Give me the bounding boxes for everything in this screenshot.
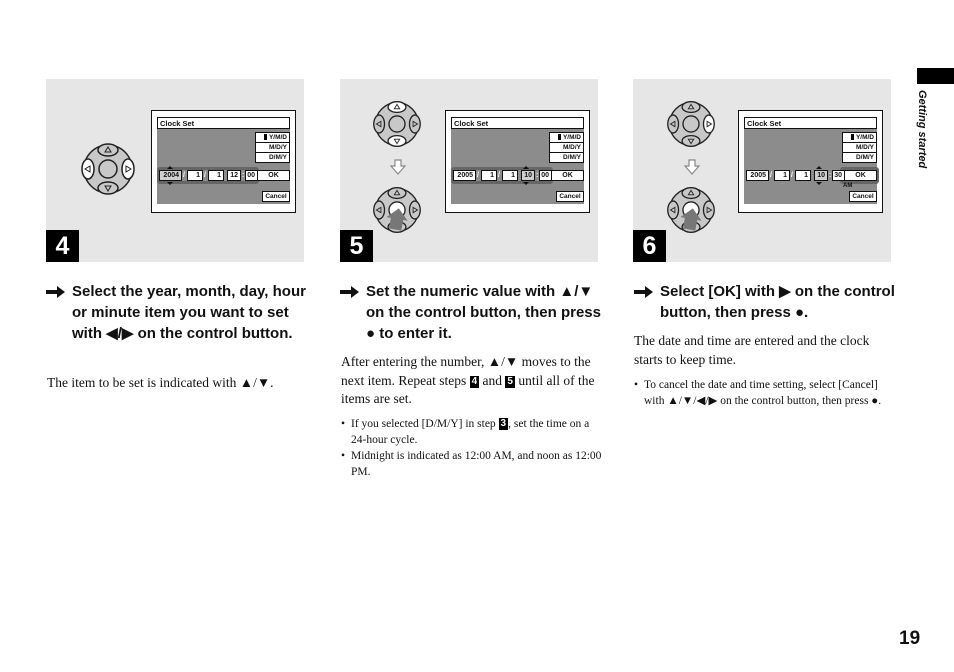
section-label-text: Getting started [916,90,928,169]
down-indicator-icon [523,182,529,185]
down-arrow-icon [390,159,406,175]
section-tab-marker [917,68,954,84]
clock-set-title: Clock Set [451,117,584,129]
down-indicator-icon [167,182,173,185]
format-option-dmy[interactable]: D/M/Y [255,152,290,163]
step-number-badge: 6 [633,230,666,262]
note-item: Midnight is indicated as 12:00 AM, and n… [341,448,603,480]
format-option-mdy[interactable]: M/D/Y [842,142,877,152]
step-ref-badge: 4 [469,375,480,388]
clock-set-title: Clock Set [157,117,290,129]
hour-field[interactable]: 10 [521,170,535,181]
step-5-body: After entering the number, ▲/▼ moves to … [341,354,595,406]
control-button-press-icon [667,187,715,233]
control-button-icon [373,101,421,147]
cancel-button[interactable]: Cancel [849,191,877,202]
am-pm-indicator: AM [843,183,853,189]
date-format-list: Y/M/D M/D/Y D/M/Y [842,132,877,163]
month-field[interactable]: 1 [774,170,790,181]
year-field[interactable]: 2004 [159,170,182,181]
step-5-notes: If you selected [D/M/Y] in step 3, set t… [341,416,603,480]
step-4-body: The item to be set is indicated with ▲/▼… [47,375,274,390]
ok-button[interactable]: OK [551,170,584,181]
format-option-ymd[interactable]: Y/M/D [842,132,877,142]
step-5-illustration: Clock Set Y/M/D M/D/Y D/M/Y 2005 / 1 / 1… [340,79,598,262]
up-indicator-icon [523,166,529,169]
day-field[interactable]: 1 [208,170,224,181]
month-field[interactable]: 1 [481,170,497,181]
ok-button[interactable]: OK [844,170,877,181]
year-field[interactable]: 2005 [746,170,769,181]
hour-field[interactable]: 12 [227,170,241,181]
step-6-body: The date and time are entered and the cl… [634,333,870,367]
step-6-heading: Select [OK] with ▶ on the control button… [634,281,896,323]
lcd-screen: Clock Set Y/M/D M/D/Y D/M/Y 2004 / 1 / 1… [151,110,296,213]
hour-field[interactable]: 10 [814,170,828,181]
month-field[interactable]: 1 [187,170,203,181]
note-item: If you selected [D/M/Y] in step 3, set t… [341,416,603,448]
step-ref-badge: 5 [505,375,515,388]
step-ref-badge: 3 [498,418,509,430]
format-option-mdy[interactable]: M/D/Y [255,142,290,152]
step-5-heading: Set the numeric value with ▲/▼ on the co… [340,281,602,344]
format-option-ymd[interactable]: Y/M/D [549,132,584,142]
arrow-right-icon [340,286,359,298]
date-format-list: Y/M/D M/D/Y D/M/Y [255,132,290,163]
step-6-notes: To cancel the date and time setting, sel… [634,377,896,409]
cancel-button[interactable]: Cancel [262,191,290,202]
control-button-icon [81,143,135,195]
ok-button[interactable]: OK [257,170,290,181]
section-label: Getting started [912,90,932,180]
control-button-icon [667,101,715,147]
date-format-list: Y/M/D M/D/Y D/M/Y [549,132,584,163]
day-field[interactable]: 1 [795,170,811,181]
day-field[interactable]: 1 [502,170,518,181]
page-number: 19 [899,628,921,649]
down-arrow-icon [684,159,700,175]
step-number-badge: 4 [46,230,79,262]
format-option-dmy[interactable]: D/M/Y [842,152,877,163]
note-item: To cancel the date and time setting, sel… [634,377,896,409]
step-6-illustration: Clock Set Y/M/D M/D/Y D/M/Y 2005 / 1 / 1… [633,79,891,262]
format-option-mdy[interactable]: M/D/Y [549,142,584,152]
step-number-badge: 5 [340,230,373,262]
format-option-dmy[interactable]: D/M/Y [549,152,584,163]
cancel-button[interactable]: Cancel [556,191,584,202]
lcd-screen: Clock Set Y/M/D M/D/Y D/M/Y 2005 / 1 / 1… [738,110,883,213]
up-indicator-icon [816,166,822,169]
clock-set-title: Clock Set [744,117,877,129]
arrow-right-icon [634,286,653,298]
lcd-screen: Clock Set Y/M/D M/D/Y D/M/Y 2005 / 1 / 1… [445,110,590,213]
down-indicator-icon [816,182,822,185]
arrow-right-icon [46,286,65,298]
year-field[interactable]: 2005 [453,170,476,181]
control-button-press-icon [373,187,421,233]
step-4-illustration: Clock Set Y/M/D M/D/Y D/M/Y 2004 / 1 / 1… [46,79,304,262]
step-4-heading: Select the year, month, day, hour or min… [46,281,308,344]
up-indicator-icon [167,166,173,169]
format-option-ymd[interactable]: Y/M/D [255,132,290,142]
